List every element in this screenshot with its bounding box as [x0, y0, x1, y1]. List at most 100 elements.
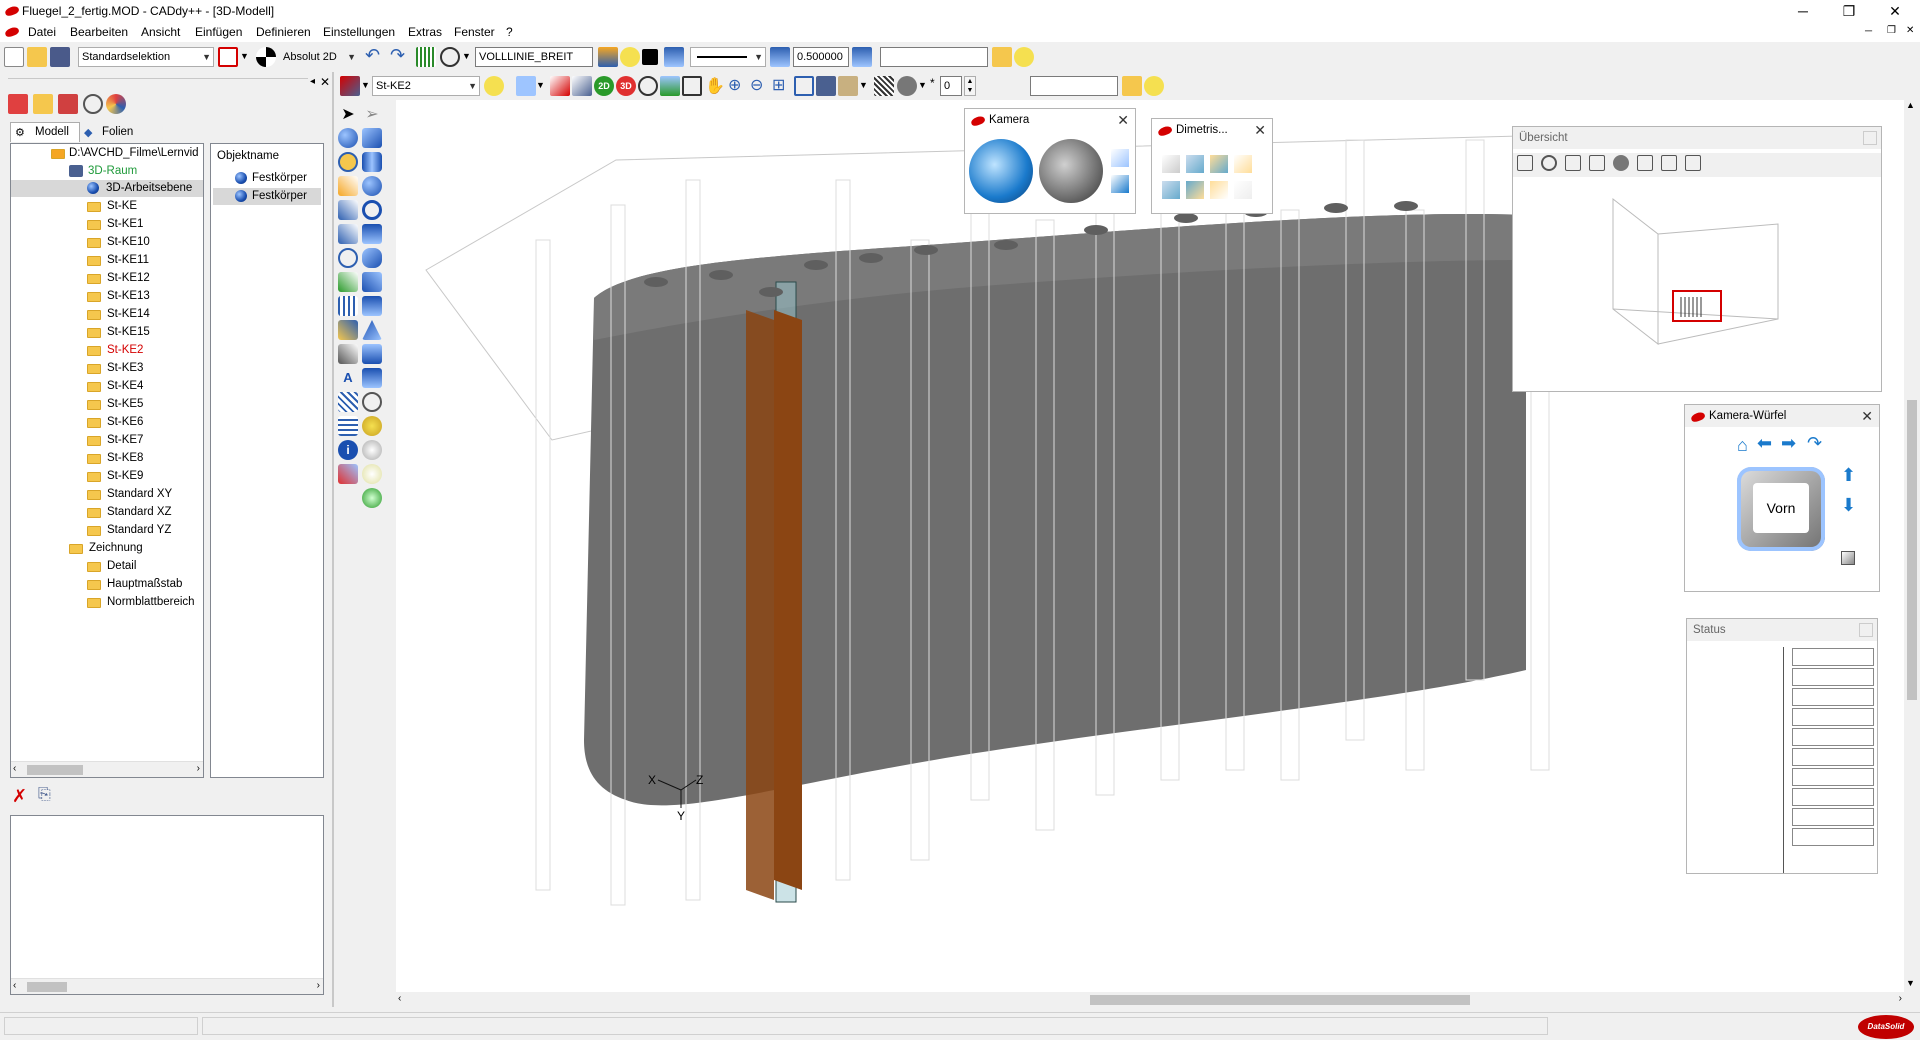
rotate-left-arrow-icon[interactable]: ⬅	[1757, 433, 1772, 454]
overview-close-icon[interactable]	[1863, 131, 1877, 145]
view-iso-4-icon[interactable]	[1234, 155, 1252, 173]
palette-icon[interactable]	[106, 94, 126, 114]
overview-magnify-icon[interactable]	[1613, 155, 1629, 171]
torus-icon[interactable]	[362, 200, 382, 220]
material-icon[interactable]	[362, 440, 382, 460]
splitter[interactable]	[332, 72, 334, 1007]
zoom-all-icon[interactable]: ⊞	[772, 75, 785, 95]
zoom-out-icon[interactable]: ⊖	[750, 75, 763, 95]
view-2d-button[interactable]: 2D	[594, 76, 614, 96]
view-cube[interactable]: Vorn	[1737, 467, 1825, 551]
view-search-field[interactable]	[1030, 76, 1118, 96]
delete-tree-icon[interactable]	[58, 94, 78, 114]
turn-arrow-icon[interactable]: ↷	[1807, 433, 1822, 454]
cone-icon[interactable]	[362, 320, 382, 340]
tree-item[interactable]: St-KE13	[107, 288, 150, 305]
sphere-solid-icon[interactable]	[362, 176, 382, 196]
mdi-minimize-icon[interactable]: ─	[1865, 26, 1872, 37]
refresh-icon[interactable]	[83, 94, 103, 114]
open-file-icon[interactable]	[27, 47, 47, 67]
scroll-down-icon[interactable]: ▼	[1906, 978, 1915, 988]
select-arrow-icon[interactable]: ➤	[338, 104, 358, 124]
minimize-button[interactable]: ─	[1780, 0, 1826, 22]
properties-scrollbar[interactable]: ‹ ›	[11, 978, 323, 994]
chevron-down-icon[interactable]: ▼	[361, 80, 370, 90]
measure-icon[interactable]	[338, 224, 358, 244]
tree-item[interactable]: St-KE	[107, 198, 137, 215]
overview-fit-icon[interactable]	[1565, 155, 1581, 171]
dimension-icon[interactable]	[338, 320, 358, 340]
tab-folien[interactable]: ◆ Folien	[80, 124, 142, 142]
rotate-up-arrow-icon[interactable]: ⬆	[1841, 465, 1856, 486]
tree-item[interactable]: St-KE3	[107, 360, 143, 377]
menu-ansicht[interactable]: Ansicht	[141, 25, 180, 39]
layer-icon[interactable]	[598, 47, 618, 67]
loft-icon[interactable]	[362, 296, 382, 316]
overview-zoom-icon[interactable]	[1541, 155, 1557, 171]
menu-bearbeiten[interactable]: Bearbeiten	[70, 25, 128, 39]
home-view-icon[interactable]: ⌂	[1737, 435, 1748, 456]
delete-properties-icon[interactable]: ✗	[12, 786, 27, 807]
orange-plate[interactable]	[774, 310, 802, 890]
tree-item[interactable]: Standard XY	[107, 486, 172, 503]
shade-icon[interactable]	[897, 76, 917, 96]
zoom-in-icon[interactable]: ⊕	[728, 75, 741, 95]
coord-origin-icon[interactable]	[256, 47, 276, 67]
zoom-previous-icon[interactable]	[794, 76, 814, 96]
tree-item[interactable]: Standard YZ	[107, 522, 171, 539]
undo-icon[interactable]: ↶	[365, 45, 380, 66]
menu-help[interactable]: ?	[506, 25, 513, 39]
close-icon[interactable]: ✕	[1117, 112, 1129, 129]
tree-zeichnung[interactable]: Zeichnung	[89, 540, 143, 557]
tree-3d-arbeitsebene[interactable]: 3D-Arbeitsebene	[106, 180, 192, 197]
coord-mode-select[interactable]: Absolut 2D ▼	[279, 47, 359, 67]
close-icon[interactable]: ✕	[1861, 408, 1873, 425]
view-iso-2-icon[interactable]	[1186, 155, 1204, 173]
scroll-thumb[interactable]	[27, 982, 67, 992]
width-layers-icon-2[interactable]	[852, 47, 872, 67]
save-icon[interactable]	[50, 47, 70, 67]
view-iso-7-icon[interactable]	[1210, 181, 1228, 199]
line-style-select[interactable]: ▼	[690, 47, 766, 67]
layer-tools-icon[interactable]	[516, 76, 536, 96]
restore-button[interactable]: ❐	[1826, 0, 1872, 22]
tree-item[interactable]: Hauptmaßstab	[107, 576, 182, 593]
snap-points-icon[interactable]	[338, 296, 358, 316]
overview-tools-icon[interactable]	[1661, 155, 1677, 171]
search-field[interactable]	[880, 47, 988, 67]
render-icon[interactable]	[362, 416, 382, 436]
tree-item[interactable]: Detail	[107, 558, 136, 575]
mdi-close-icon[interactable]: ✕	[1906, 25, 1914, 36]
linetype-field[interactable]: VOLLLINIE_BREIT	[475, 47, 593, 67]
folder-tree-icon[interactable]	[33, 94, 53, 114]
box-solid-icon[interactable]	[362, 128, 382, 148]
hatch-tool-icon[interactable]	[338, 392, 358, 412]
overview-center-icon[interactable]	[1589, 155, 1605, 171]
info-icon[interactable]: i	[338, 440, 358, 460]
line-width-field[interactable]: 0.500000	[793, 47, 849, 67]
menu-einstellungen[interactable]: Einstellungen	[323, 25, 395, 39]
camera-cube-alt-icon[interactable]	[1111, 175, 1129, 193]
layers-stack-icon[interactable]	[664, 47, 684, 67]
orange-plate-front[interactable]	[746, 310, 774, 900]
scroll-right-icon[interactable]: ›	[1899, 993, 1902, 1004]
tree-item[interactable]: St-KE6	[107, 414, 143, 431]
revolve-icon[interactable]	[362, 248, 382, 268]
tree-item[interactable]: St-KE14	[107, 306, 150, 323]
new-file-icon[interactable]	[4, 47, 24, 67]
view-cube-icon[interactable]	[660, 76, 680, 96]
scroll-right-icon[interactable]: ›	[197, 763, 200, 774]
line-tool-icon[interactable]	[338, 272, 358, 292]
view-iso-5-icon[interactable]	[1162, 181, 1180, 199]
menu-fenster[interactable]: Fenster	[454, 25, 495, 39]
chevron-down-icon[interactable]: ▼	[240, 51, 249, 61]
count-spinner[interactable]: ▲ ▼	[964, 76, 976, 96]
close-icon[interactable]: ✕	[320, 75, 330, 89]
view-cube-face[interactable]: Vorn	[1753, 483, 1809, 533]
bulb-icon-3[interactable]	[1144, 76, 1164, 96]
chevron-down-icon[interactable]: ▼	[859, 80, 868, 90]
edit-layer-icon[interactable]	[572, 76, 592, 96]
small-cube-icon[interactable]	[1841, 551, 1855, 565]
selection-frame-icon[interactable]	[218, 47, 238, 67]
view-eye-icon[interactable]	[440, 47, 460, 67]
